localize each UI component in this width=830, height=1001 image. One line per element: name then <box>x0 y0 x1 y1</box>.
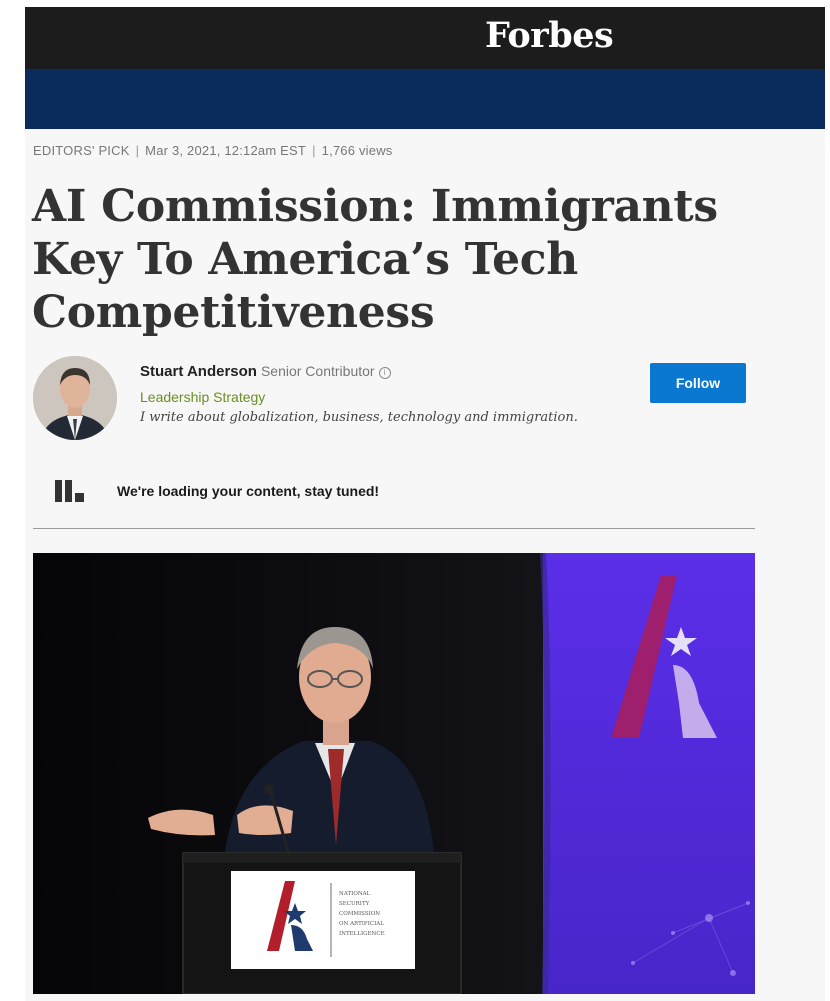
follow-button[interactable]: Follow <box>650 363 746 403</box>
loading-bars-icon <box>55 480 95 502</box>
loading-text: We're loading your content, stay tuned! <box>117 483 380 499</box>
author-bio: I write about globalization, business, t… <box>140 410 578 425</box>
author-info: Stuart Anderson Senior Contributor i Leade… <box>140 363 578 425</box>
author-name[interactable]: Stuart Anderson <box>140 363 257 380</box>
hero-image[interactable]: NATIONAL SECURITY COMMISSION ON ARTIFICIAL I… <box>33 553 755 994</box>
author-channel[interactable]: Leadership Strategy <box>140 389 578 405</box>
top-header: Forbes <box>25 7 825 69</box>
podium-sign-line: INTELLIGENCE <box>339 931 385 937</box>
article-meta: EDITORS' PICK | Mar 3, 2021, 12:12am EST | 1… <box>33 143 393 158</box>
podium-sign <box>231 871 415 969</box>
forbes-logo[interactable]: Forbes <box>485 15 614 56</box>
content-divider <box>33 528 755 529</box>
nav-band <box>25 69 825 129</box>
podium-sign-line: SECURITY <box>339 901 370 907</box>
podium-sign-line: NATIONAL <box>339 891 371 897</box>
podium-sign-line: COMMISSION <box>339 911 380 917</box>
author-avatar[interactable] <box>33 356 117 440</box>
info-icon[interactable]: i <box>378 367 391 379</box>
article-headline: AI Commission: Immigrants Key To America… <box>32 181 718 338</box>
author-role: Senior Contributor <box>260 363 375 379</box>
publish-date: Mar 3, 2021, 12:12am EST <box>145 143 307 158</box>
loading-banner: We're loading your content, stay tuned! <box>55 480 379 502</box>
view-count: 1,766 views <box>321 143 393 158</box>
category-label: EDITORS' PICK <box>33 143 130 158</box>
podium-sign-line: ON ARTIFICIAL <box>339 921 384 927</box>
